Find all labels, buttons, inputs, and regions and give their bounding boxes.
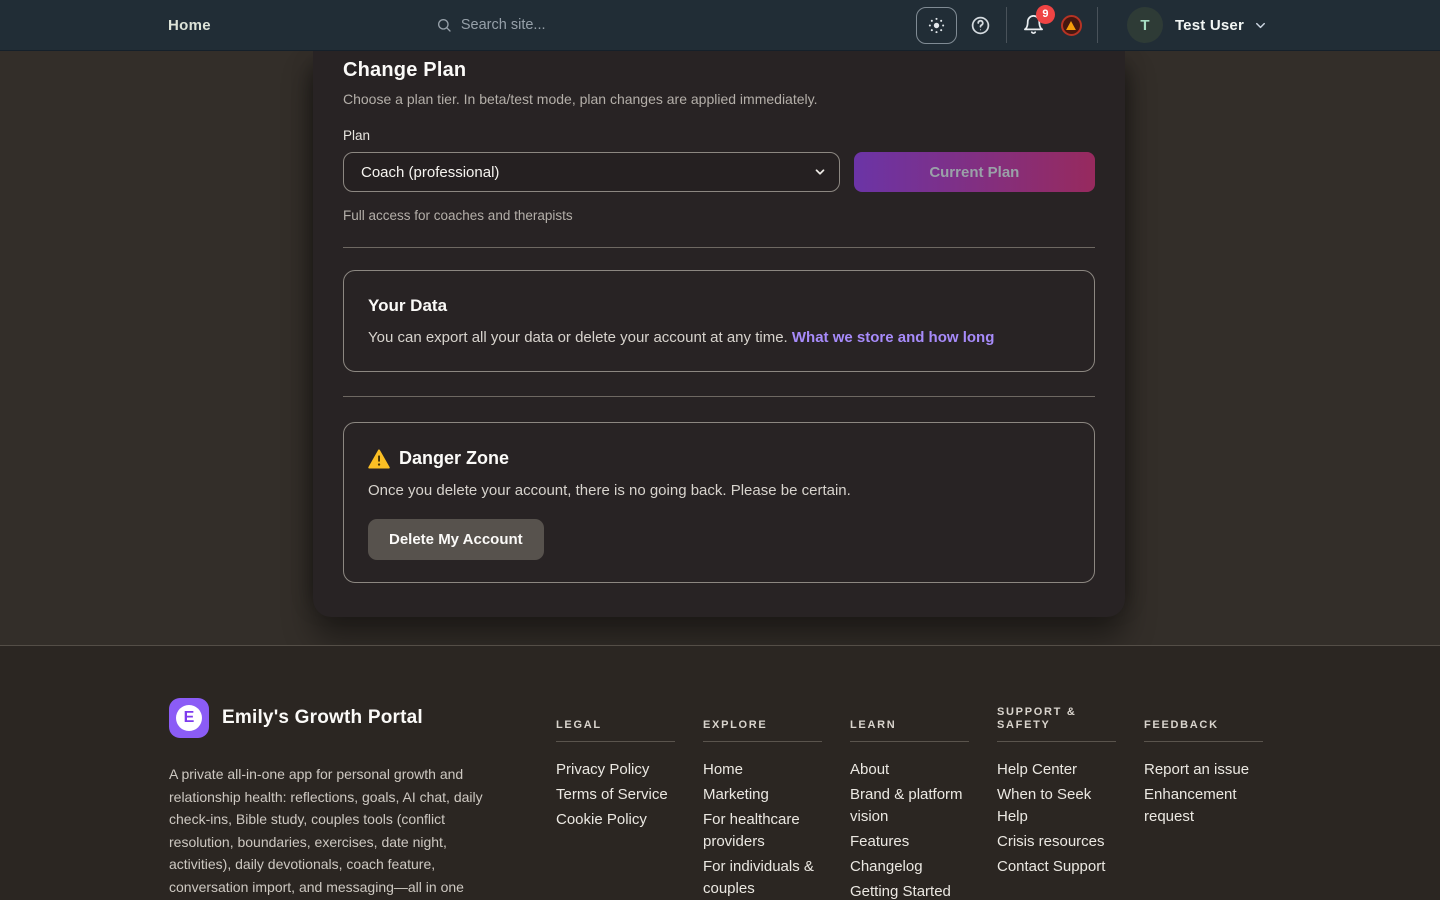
footer-column-links: Privacy Policy Terms of Service Cookie Pol… xyxy=(556,759,675,831)
warning-triangle-icon xyxy=(368,449,390,469)
user-name: Test User xyxy=(1175,17,1244,34)
question-mark-icon xyxy=(970,15,991,36)
danger-zone-card: Danger Zone Once you delete your account… xyxy=(343,422,1095,583)
danger-zone-text: Once you delete your account, there is n… xyxy=(368,482,1070,499)
footer-column: SUPPORT & SAFETY Help Center When to Seek… xyxy=(997,698,1116,900)
section-divider xyxy=(343,396,1095,397)
page-title: Change Plan xyxy=(343,59,1095,82)
plan-select[interactable]: Coach (professional) xyxy=(343,152,840,192)
footer-link[interactable]: When to Seek Help xyxy=(997,784,1116,828)
footer-column-heading: FEEDBACK xyxy=(1144,698,1263,732)
danger-zone-title-row: Danger Zone xyxy=(368,448,1070,469)
your-data-title: Your Data xyxy=(368,296,1070,316)
footer-link[interactable]: Getting Started xyxy=(850,881,969,900)
site-search[interactable] xyxy=(436,17,721,33)
footer-link[interactable]: Crisis resources xyxy=(997,831,1116,853)
footer-column: LEGAL Privacy Policy Terms of Service Cook… xyxy=(556,698,675,900)
top-navbar: Home xyxy=(0,0,1440,51)
your-data-text: You can export all your data or delete y… xyxy=(368,329,1070,346)
navbar-divider xyxy=(1006,7,1007,43)
sun-icon xyxy=(927,16,946,35)
footer-link[interactable]: Enhancement request xyxy=(1144,784,1263,828)
search-icon xyxy=(436,17,452,33)
footer-description: A private all-in-one app for personal gr… xyxy=(169,763,501,900)
nav-home-link[interactable]: Home xyxy=(168,17,211,34)
footer-brand-column: E Emily's Growth Portal A private all-in… xyxy=(169,698,501,900)
footer-link[interactable]: Brand & platform vision xyxy=(850,784,969,828)
main-content: Change Plan Choose a plan tier. In beta/… xyxy=(0,51,1440,645)
footer-link[interactable]: Privacy Policy xyxy=(556,759,675,781)
site-footer: E Emily's Growth Portal A private all-in… xyxy=(0,645,1440,900)
footer-column-rule xyxy=(556,741,675,742)
settings-panel: Change Plan Choose a plan tier. In beta/… xyxy=(313,51,1125,617)
plan-label: Plan xyxy=(343,128,1095,143)
help-button[interactable] xyxy=(970,15,991,36)
footer-column-links: Report an issue Enhancement request xyxy=(1144,759,1263,828)
navbar-actions: 9 T Test User xyxy=(916,7,1268,44)
footer-column-rule xyxy=(703,741,822,742)
footer-link[interactable]: Help Center xyxy=(997,759,1116,781)
plan-row: Coach (professional) Current Plan xyxy=(343,152,1095,192)
footer-column-links: Home Marketing For healthcare providersFor… xyxy=(703,759,822,900)
footer-column-heading: LEARN xyxy=(850,698,969,732)
footer-column-rule xyxy=(997,741,1116,742)
footer-link[interactable]: Terms of Service xyxy=(556,784,675,806)
footer-link[interactable]: About xyxy=(850,759,969,781)
footer-column: EXPLORE Home Marketing For healthcare prov… xyxy=(703,698,822,900)
danger-zone-title: Danger Zone xyxy=(399,448,509,469)
your-data-card: Your Data You can export all your data o… xyxy=(343,270,1095,372)
avatar: T xyxy=(1127,7,1163,43)
footer-column-links: Help Center When to Seek Help Crisis resou… xyxy=(997,759,1116,878)
footer-link[interactable]: Report an issue xyxy=(1144,759,1263,781)
footer-link[interactable]: Home xyxy=(703,759,822,781)
theme-toggle-button[interactable] xyxy=(916,7,957,44)
footer-link[interactable]: Cookie Policy xyxy=(556,809,675,831)
footer-link[interactable]: For individuals & couples xyxy=(703,856,822,900)
current-plan-button[interactable]: Current Plan xyxy=(854,152,1095,192)
section-divider xyxy=(343,247,1095,248)
footer-logo-row: E Emily's Growth Portal xyxy=(169,698,501,738)
footer-link-columns: LEGAL Privacy Policy Terms of Service Cook… xyxy=(556,698,1263,900)
crisis-alert-button[interactable] xyxy=(1061,15,1082,36)
search-input[interactable] xyxy=(461,17,721,33)
footer-link[interactable]: Changelog xyxy=(850,856,969,878)
page-subtitle: Choose a plan tier. In beta/test mode, p… xyxy=(343,91,1095,107)
footer-link[interactable]: Features xyxy=(850,831,969,853)
navbar-divider xyxy=(1097,7,1098,43)
delete-account-button[interactable]: Delete My Account xyxy=(368,519,544,560)
notifications-button[interactable]: 9 xyxy=(1022,14,1045,37)
footer-brand-title: Emily's Growth Portal xyxy=(222,707,423,729)
footer-column-heading: SUPPORT & SAFETY xyxy=(997,698,1116,732)
data-retention-link[interactable]: What we store and how long xyxy=(792,329,995,346)
chevron-down-icon xyxy=(1253,18,1268,33)
footer-column-heading: LEGAL xyxy=(556,698,675,732)
warning-triangle-icon xyxy=(1066,21,1076,30)
logo-letter: E xyxy=(176,705,202,731)
footer-link[interactable]: Contact Support xyxy=(997,856,1116,878)
app-logo: E xyxy=(169,698,209,738)
footer-link[interactable]: Marketing xyxy=(703,784,822,806)
plan-helper-text: Full access for coaches and therapists xyxy=(343,208,1095,223)
footer-column-rule xyxy=(850,741,969,742)
footer-column-heading: EXPLORE xyxy=(703,698,822,732)
footer-column: LEARN About Brand & platform vision Featur… xyxy=(850,698,969,900)
footer-column: FEEDBACK Report an issue Enhancement requ… xyxy=(1144,698,1263,900)
plan-select-wrapper: Coach (professional) xyxy=(343,152,840,192)
footer-column-links: About Brand & platform vision Features Chan… xyxy=(850,759,969,900)
user-menu[interactable]: T Test User xyxy=(1113,7,1268,43)
footer-link[interactable]: For healthcare providers xyxy=(703,809,822,853)
notification-count-badge: 9 xyxy=(1036,5,1055,24)
footer-column-rule xyxy=(1144,741,1263,742)
